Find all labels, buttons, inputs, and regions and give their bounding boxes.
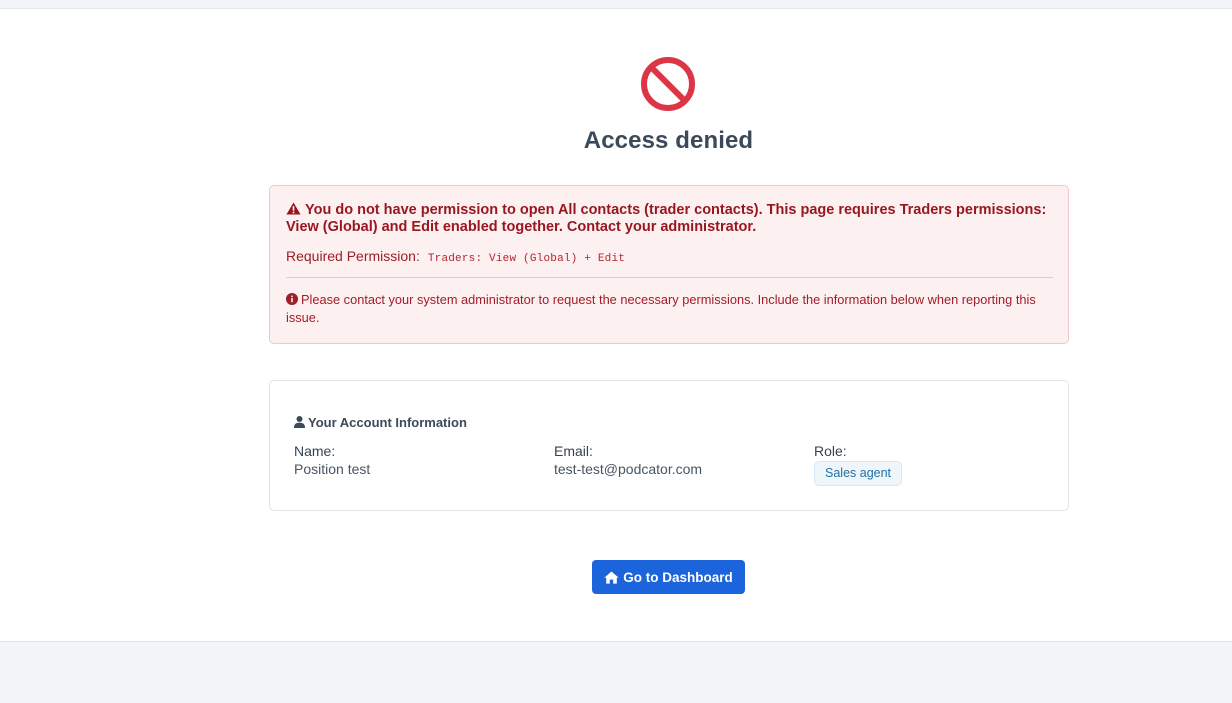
required-permission-row: Required Permission: Traders: View (Globa…: [286, 248, 625, 265]
info-circle-icon: [286, 293, 298, 305]
alert-message: You do not have permission to open All c…: [286, 202, 1047, 235]
required-permission-code: Traders: View (Global) + Edit: [427, 253, 626, 265]
role-badge: Sales agent: [814, 461, 903, 486]
name-label: Name:: [294, 443, 336, 459]
page-title: Access denied: [583, 127, 754, 154]
ban-icon: [641, 57, 695, 111]
permission-alert: You do not have permission to open All c…: [269, 185, 1069, 344]
role-label: Role:: [814, 443, 847, 459]
home-icon: [604, 571, 619, 584]
email-field: Email: test-test@podcator.com: [554, 443, 702, 478]
email-label: Email:: [554, 443, 593, 459]
dashboard-button-label: Go to Dashboard: [623, 569, 733, 585]
alert-message-row: You do not have permission to open All c…: [286, 202, 1056, 236]
email-value: test-test@podcator.com: [554, 461, 703, 477]
user-icon: [294, 416, 305, 428]
name-field: Name: Position test: [294, 443, 370, 478]
contact-note: Please contact your system administrator…: [286, 292, 1036, 325]
warning-triangle-icon: [286, 202, 301, 215]
account-heading-row: Your Account Information: [294, 415, 467, 430]
go-to-dashboard-button[interactable]: Go to Dashboard: [592, 560, 745, 594]
role-field: Role: Sales agent: [814, 443, 903, 486]
account-info-card: Your Account Information Name: Position …: [269, 380, 1069, 511]
top-bar: [0, 0, 1232, 9]
name-value: Position test: [294, 461, 371, 477]
required-permission-label: Required Permission:: [286, 248, 420, 264]
account-heading: Your Account Information: [308, 415, 467, 430]
alert-divider: [286, 277, 1053, 278]
contact-note-row: Please contact your system administrator…: [286, 291, 1046, 327]
